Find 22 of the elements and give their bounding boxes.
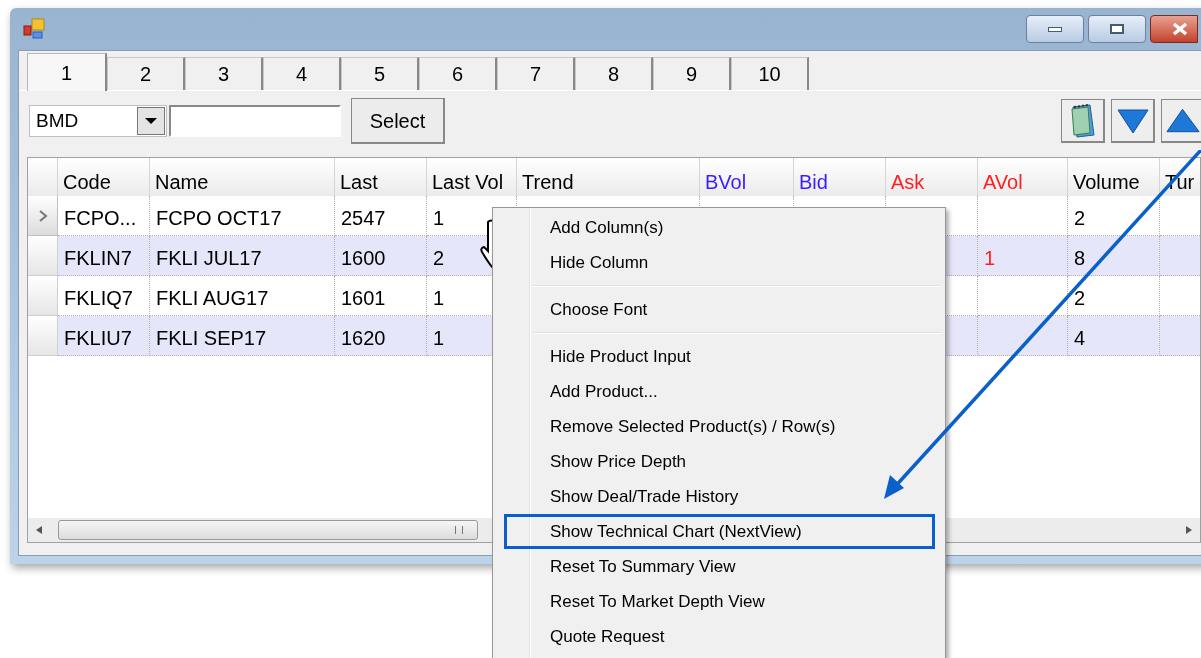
- table-cell: FCPO...: [64, 207, 137, 229]
- table-cell: FKLIQ7: [64, 287, 133, 309]
- table-cell: 2: [433, 247, 445, 269]
- table-cell: 1620: [341, 327, 386, 349]
- table-cell: 1: [433, 287, 445, 309]
- table-cell: 8: [1074, 247, 1086, 269]
- table-cell: FKLIN7: [64, 247, 132, 269]
- table-cell: 2547: [341, 207, 386, 229]
- table-cell: FKLIU7: [64, 327, 132, 349]
- table-cell: FCPO OCT17: [156, 207, 282, 229]
- table-cell: 1: [984, 247, 996, 269]
- table-cell: FKLI JUL17: [156, 247, 262, 269]
- table-cell: FKLI SEP17: [156, 327, 267, 349]
- table-cell: 2: [1074, 207, 1086, 229]
- table-cell: 1: [433, 327, 445, 349]
- table-cell: 1601: [341, 287, 386, 309]
- table-cell: 1: [433, 207, 445, 229]
- table-cell: 2: [1074, 287, 1086, 309]
- dropdown-value: BMD: [35, 108, 80, 133]
- table-cell: FKLI AUG17: [156, 287, 269, 309]
- table-cell: 1600: [341, 247, 386, 269]
- table-cell: 4: [1074, 327, 1086, 349]
